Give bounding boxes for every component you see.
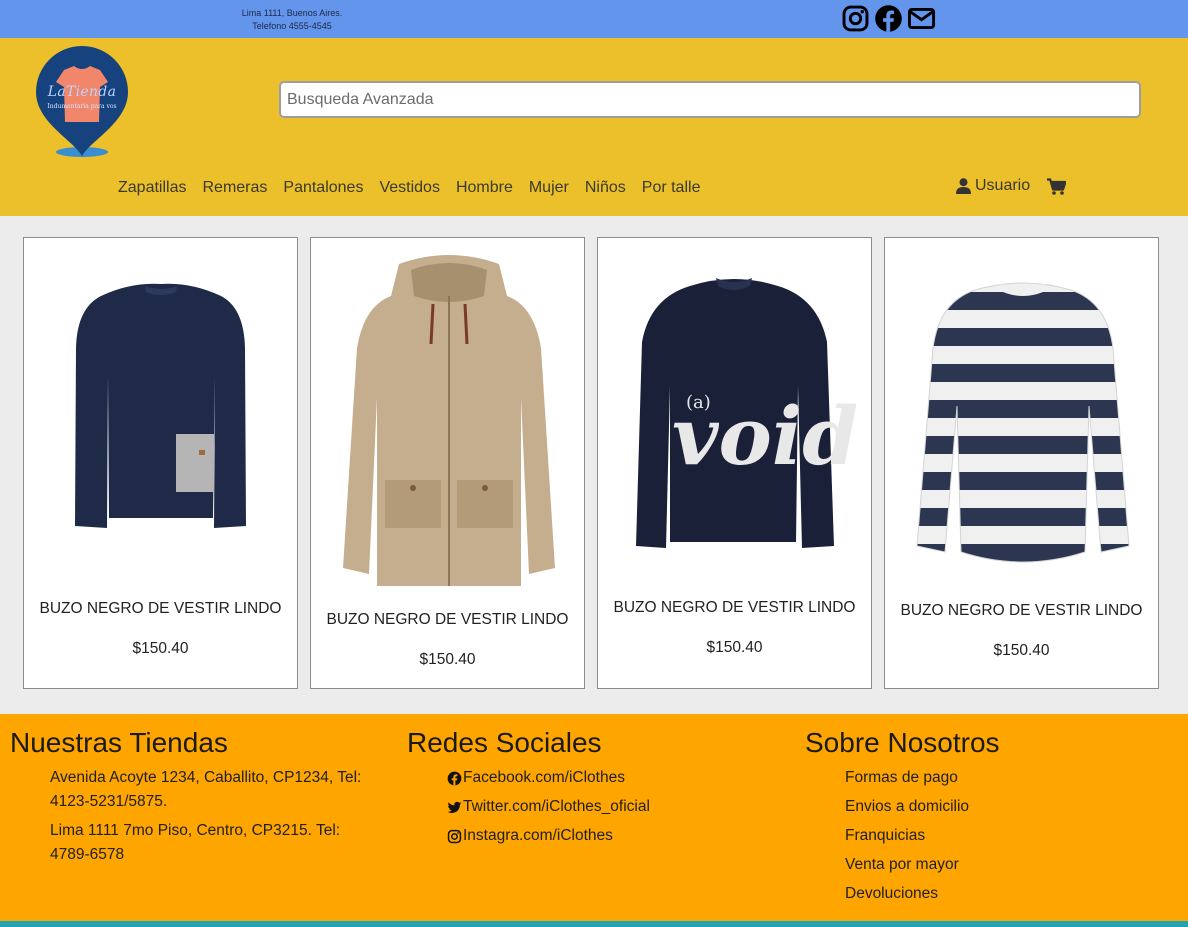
- product-card[interactable]: (a) void BUZO NEGRO DE VESTIR LINDO $150…: [597, 237, 872, 689]
- footer-about: Sobre Nosotros Formas de pago Envios a d…: [805, 727, 1000, 911]
- phone-text: Telefono 4555-4545: [252, 21, 332, 31]
- top-info-bar: Lima 1111, Buenos Aires. Telefono 4555-4…: [0, 0, 1188, 38]
- facebook-icon: [447, 771, 462, 785]
- store-address: Avenida Acoyte 1234, Caballito, CP1234, …: [50, 769, 362, 810]
- footer-social-link-instagram[interactable]: Instagra.com/iClothes: [447, 824, 650, 848]
- void-label-large: void: [672, 389, 858, 483]
- nav-item-vestidos[interactable]: Vestidos: [371, 178, 447, 198]
- about-link-formas-de-pago[interactable]: Formas de pago: [845, 766, 1000, 790]
- instagram-icon[interactable]: [841, 4, 870, 33]
- main-header: LaTienda Indumentaria para vos Zapatilla…: [0, 38, 1188, 216]
- footer-stores: Nuestras Tiendas Avenida Acoyte 1234, Ca…: [10, 727, 380, 872]
- product-image-striped-sweater[interactable]: [901, 256, 1145, 586]
- logo-subtext: Indumentaria para vos: [47, 103, 117, 110]
- nav-item-zapatillas[interactable]: Zapatillas: [110, 178, 194, 198]
- about-link-devoluciones[interactable]: Devoluciones: [845, 882, 1000, 906]
- stores-title: Nuestras Tiendas: [10, 727, 228, 758]
- product-card[interactable]: BUZO NEGRO DE VESTIR LINDO $150.40: [310, 237, 585, 689]
- about-link-venta-por-mayor[interactable]: Venta por mayor: [845, 853, 1000, 877]
- top-social-links: [841, 4, 936, 33]
- about-title: Sobre Nosotros: [805, 727, 1000, 758]
- mail-icon[interactable]: [907, 4, 936, 33]
- footer-social: Redes Sociales Facebook.com/iClothes Twi…: [407, 727, 650, 853]
- facebook-icon[interactable]: [874, 4, 903, 33]
- product-price: $150.40: [419, 651, 476, 668]
- user-area: Usuario: [956, 177, 1067, 195]
- product-price: $150.40: [993, 642, 1050, 659]
- product-image-beige-parka[interactable]: [329, 248, 569, 608]
- category-nav: Zapatillas Remeras Pantalones Vestidos H…: [110, 178, 708, 198]
- product-price: $150.40: [706, 639, 763, 656]
- about-link-envios[interactable]: Envios a domicilio: [845, 795, 1000, 819]
- address-text: Lima 1111, Buenos Aires.: [241, 8, 343, 18]
- product-card[interactable]: BUZO NEGRO DE VESTIR LINDO $150.40: [23, 237, 298, 689]
- store-logo[interactable]: LaTienda Indumentaria para vos: [33, 44, 131, 160]
- nav-item-hombre[interactable]: Hombre: [448, 178, 521, 198]
- product-grid: BUZO NEGRO DE VESTIR LINDO $150.40 BUZO …: [0, 216, 1188, 714]
- product-image-void-sweatshirt[interactable]: (a) void: [612, 256, 858, 576]
- footer-social-label[interactable]: Twitter.com/iClothes_oficial: [463, 795, 650, 819]
- search-input[interactable]: [279, 81, 1141, 118]
- footer-social-link-facebook[interactable]: Facebook.com/iClothes: [447, 766, 650, 790]
- nav-item-ninos[interactable]: Niños: [577, 178, 634, 198]
- twitter-icon: [447, 801, 462, 813]
- footer-social-label[interactable]: Facebook.com/iClothes: [463, 766, 625, 790]
- nav-item-pantalones[interactable]: Pantalones: [275, 178, 371, 198]
- social-title: Redes Sociales: [407, 727, 602, 758]
- product-name[interactable]: BUZO NEGRO DE VESTIR LINDO: [24, 600, 297, 618]
- contact-info: Lima 1111, Buenos Aires. Telefono 4555-4…: [232, 7, 352, 33]
- user-icon: [956, 178, 971, 194]
- nav-item-por-talle[interactable]: Por talle: [634, 178, 709, 198]
- footer-social-label[interactable]: Instagra.com/iClothes: [463, 824, 613, 848]
- nav-item-mujer[interactable]: Mujer: [521, 178, 577, 198]
- bottom-strip: [0, 921, 1188, 927]
- nav-item-remeras[interactable]: Remeras: [194, 178, 275, 198]
- user-label: Usuario: [975, 177, 1031, 194]
- product-name[interactable]: BUZO NEGRO DE VESTIR LINDO: [598, 599, 871, 617]
- product-image-navy-sweater[interactable]: [39, 256, 284, 576]
- product-name[interactable]: BUZO NEGRO DE VESTIR LINDO: [885, 602, 1158, 620]
- product-card[interactable]: BUZO NEGRO DE VESTIR LINDO $150.40: [884, 237, 1159, 689]
- product-price: $150.40: [132, 640, 189, 657]
- about-link-franquicias[interactable]: Franquicias: [845, 824, 1000, 848]
- instagram-icon: [447, 829, 462, 843]
- logo-pin-icon: [36, 46, 128, 157]
- user-link[interactable]: Usuario: [956, 177, 1030, 195]
- footer-social-link-twitter[interactable]: Twitter.com/iClothes_oficial: [447, 795, 650, 819]
- product-name[interactable]: BUZO NEGRO DE VESTIR LINDO: [311, 611, 584, 629]
- store-address: Lima 1111 7mo Piso, Centro, CP3215. Tel:…: [50, 822, 341, 863]
- site-footer: Nuestras Tiendas Avenida Acoyte 1234, Ca…: [0, 714, 1188, 921]
- cart-icon[interactable]: [1047, 177, 1067, 195]
- logo-text: LaTienda: [47, 84, 117, 100]
